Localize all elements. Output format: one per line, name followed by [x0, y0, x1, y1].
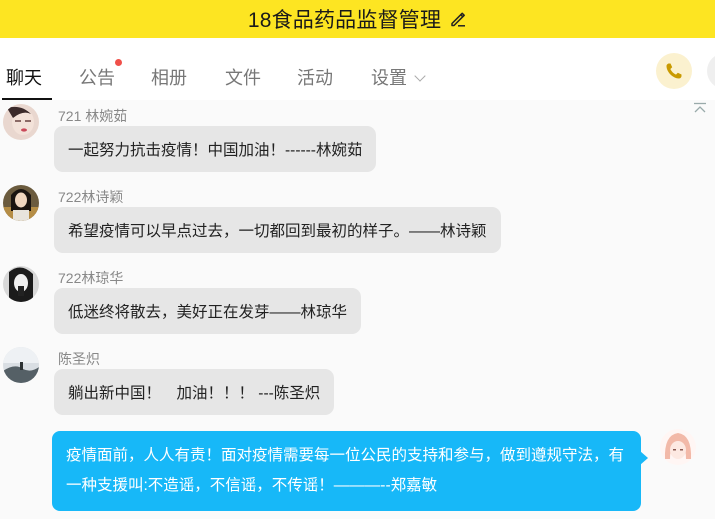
title-bar: 18食品药品监督管理 — [0, 0, 715, 38]
sender-name: 722林诗颖 — [58, 189, 124, 205]
tab-activity[interactable]: 活动 — [297, 64, 333, 90]
tab-settings[interactable]: 设置 — [371, 64, 426, 90]
message-bubble[interactable]: 低迷终将散去，美好正在发芽——林琼华 — [54, 288, 362, 334]
tab-chat[interactable]: 聊天 — [6, 64, 42, 90]
unread-badge — [115, 59, 122, 66]
own-message-bubble[interactable]: 疫情面前，人人有责！面对疫情需要每一位公民的支持和参与，做到遵规守法，有一种支援… — [52, 431, 648, 511]
avatar[interactable] — [3, 104, 39, 140]
avatar[interactable] — [3, 266, 39, 302]
avatar[interactable] — [3, 185, 39, 221]
tab-bar: 聊天 公告 相册 文件 活动 设置 — [0, 38, 715, 100]
group-title: 18食品药品监督管理 — [247, 9, 442, 32]
tab-announcement[interactable]: 公告 — [79, 64, 115, 90]
own-avatar[interactable] — [660, 429, 696, 465]
chat-area[interactable]: 721 林婉茹 一起努力抗击疫情！中国加油！------林婉茹 722林诗颖 希… — [0, 100, 715, 519]
message-bubble[interactable]: 一起努力抗击疫情！中国加油！------林婉茹 — [54, 126, 377, 172]
collapse-icon[interactable] — [693, 102, 707, 114]
tab-settings-label: 设置 — [371, 68, 407, 88]
sender-name: 陈圣炽 — [58, 351, 100, 367]
call-button[interactable] — [656, 53, 692, 89]
sender-name: 722林琼华 — [58, 270, 124, 286]
tab-album[interactable]: 相册 — [151, 64, 187, 90]
chevron-down-icon — [414, 70, 426, 82]
message-bubble[interactable]: 躺出新中国！ 加油！！！ ---陈圣炽 — [54, 369, 335, 415]
pencil-icon[interactable] — [449, 10, 467, 28]
tab-files[interactable]: 文件 — [225, 64, 261, 90]
avatar[interactable] — [3, 347, 39, 383]
sender-name: 721 林婉茹 — [58, 108, 128, 124]
phone-icon — [666, 63, 682, 79]
message-bubble[interactable]: 希望疫情可以早点过去，一切都回到最初的样子。——林诗颖 — [54, 207, 501, 253]
